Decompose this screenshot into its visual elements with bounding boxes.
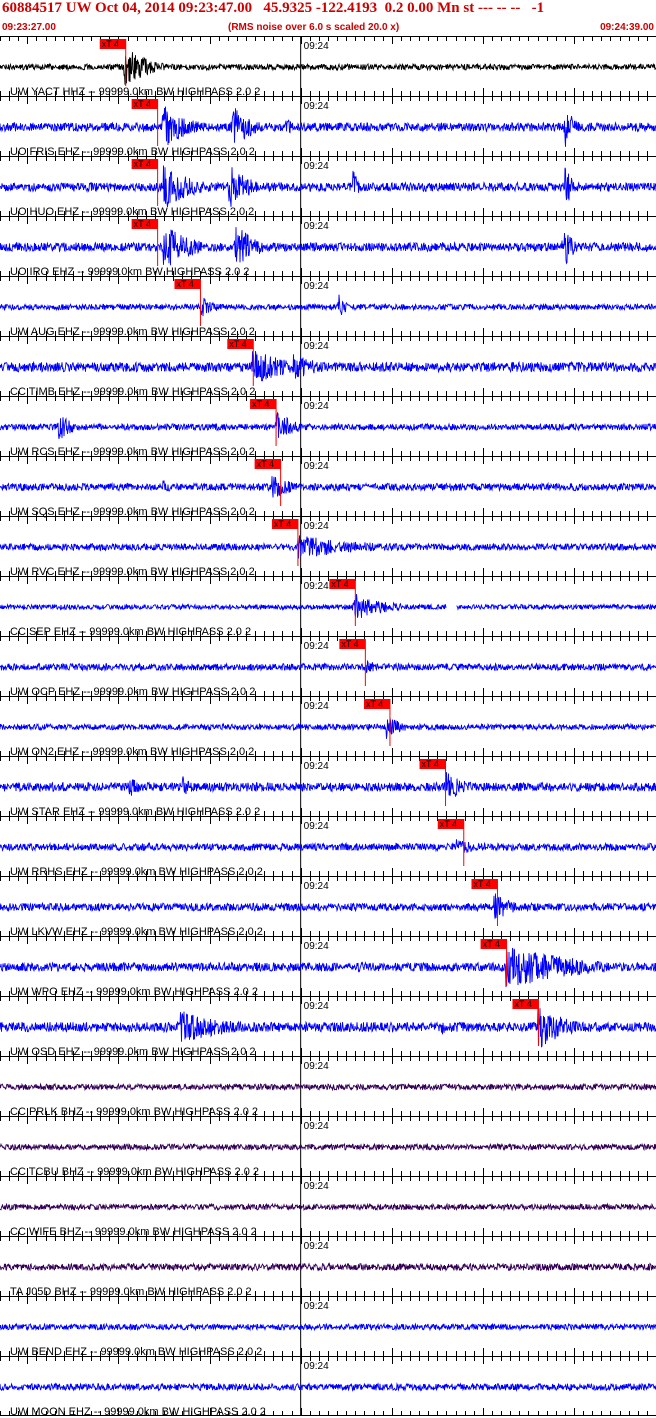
pick-flag-label: xT 4: [366, 699, 383, 709]
trace-panel: 09:24xT 4CC TIMB EHZ -- 99999.0km BW HIG…: [0, 336, 656, 398]
seismic-waveform: [0, 772, 656, 797]
seismic-waveform: [0, 839, 656, 854]
trace-panel: 09:24xT 4UW SQS EHZ -- 99999.0km BW HIGH…: [0, 456, 656, 518]
seismic-waveform: [0, 1261, 656, 1273]
pick-flag-label: xT 4: [229, 339, 246, 349]
minute-mark-label: 09:24: [304, 701, 329, 712]
minute-mark-label: 09:24: [304, 1061, 329, 1072]
pick-flag-label: xT 4: [134, 159, 151, 169]
minute-mark-label: 09:24: [304, 581, 329, 592]
seismogram-header: 60884517 UW Oct 04, 2014 09:23:47.00 45.…: [0, 0, 656, 34]
seismic-waveform: [0, 351, 656, 382]
minute-mark-label: 09:24: [304, 281, 329, 292]
trace-panel: 09:24 xT 4UW ON2 EHZ -- 99999.0km BW HIGH…: [0, 696, 656, 758]
trace-panel: 09:24 xT 4UW WPO EHZ -- 99999.0km BW HIGH…: [0, 936, 656, 998]
minute-mark-label: 09:24: [304, 341, 329, 352]
trace-panel: 09:24CC TCBU BHZ -- 99999.0km BW HIGHPAS…: [0, 1116, 656, 1178]
minute-mark-label: 09:24: [304, 101, 329, 112]
seismic-waveform: [0, 659, 656, 673]
minute-mark-label: 09:24: [304, 1361, 329, 1372]
minute-mark-label: 09:24: [304, 221, 329, 232]
seismic-waveform: [0, 893, 656, 919]
minute-mark-label: 09:24: [304, 1181, 329, 1192]
pick-flag-label: xT 4: [134, 219, 151, 229]
minute-mark-label: 09:24: [304, 401, 329, 412]
minute-mark-label: 09:24: [304, 1241, 329, 1252]
seismic-waveform: [0, 594, 656, 618]
pick-flag-label: xT 4: [252, 399, 269, 409]
pick-flag-label: xT 4: [331, 579, 348, 589]
trace-panel: 09:24UW BEND EHZ -- 99999.0km BW HIGHPAS…: [0, 1296, 656, 1358]
seismic-waveform: [0, 294, 656, 317]
pick-flag-label: xT 4: [440, 819, 457, 829]
trace-panel: 09:24xT 4UW RCS EHZ -- 99999.0km BW HIGH…: [0, 396, 656, 458]
seismic-waveform: [0, 947, 656, 988]
minute-mark-label: 09:24: [304, 1301, 329, 1312]
pick-flag-label: xT 4: [176, 279, 193, 289]
trace-panel: 09:24xT 4UW RVC EHZ -- 99999.0km BW HIGH…: [0, 516, 656, 578]
trace-panel: 09:24 UW MOON EHZ -- 99999.0km BW HIGHPAS…: [0, 1356, 656, 1418]
seismic-waveform: [0, 411, 656, 439]
seismic-waveform: [0, 1382, 656, 1392]
minute-mark-label: 09:24: [304, 761, 329, 772]
trace-panel: 09:24 xT 4CC SEP EHZ -- 99999.0km BW HIGH…: [0, 576, 656, 638]
trace-panel: 09:24CC WIFE BHZ -- 99999.0km BW HIGHPAS…: [0, 1176, 656, 1238]
minute-mark-label: 09:24: [304, 521, 329, 532]
trace-panel: 09:24xT 4UO FRIS EHZ -- 99999.0km BW HIG…: [0, 96, 656, 158]
trace-panel: 09:24xT 4UO HUO EHZ -- 99999.0km BW HIGH…: [0, 156, 656, 218]
seismogram-plot: 09:24xT 4UW YACT HHZ -- 99999.0km BW HIG…: [0, 36, 656, 1418]
event-title: 60884517 UW Oct 04, 2014 09:23:47.00 45.…: [2, 0, 545, 16]
minute-mark-label: 09:24: [304, 1001, 329, 1012]
trace-panel: 09:24 xT 4UW LKVW EHZ -- 99999.0km BW HIG…: [0, 876, 656, 938]
trace-panel: 09:24xT 4UW AUG EHZ -- 99999.0km BW HIGH…: [0, 276, 656, 338]
pick-flag-label: xT 4: [102, 39, 119, 49]
trace-panel: 09:24xT 4UW YACT HHZ -- 99999.0km BW HIG…: [0, 36, 656, 98]
pick-flag-label: xT 4: [134, 99, 151, 109]
seismic-waveform: [0, 1082, 656, 1092]
seismic-waveform: [0, 1202, 656, 1212]
pick-flag-label: xT 4: [274, 519, 291, 529]
pick-flag-label: xT 4: [422, 759, 439, 769]
minute-mark-label: 09:24: [304, 941, 329, 952]
seismic-waveform: [0, 476, 656, 498]
trace-panel: 09:24 xT 4UW OSD EHZ -- 99999.0km BW HIGH…: [0, 996, 656, 1058]
pick-flag-label: xT 4: [341, 639, 358, 649]
minute-mark-label: 09:24: [304, 461, 329, 472]
trace-panel: 09:24xT 4UO IRO EHZ -- 99999.0km BW HIGH…: [0, 216, 656, 278]
minute-mark-label: 09:24: [304, 641, 329, 652]
minute-mark-label: 09:24: [304, 161, 329, 172]
noise-note-label: (RMS noise over 6.0 s scaled 20.0 x): [228, 22, 400, 33]
seismic-waveform: [0, 1142, 656, 1152]
pick-flag-label: xT 4: [514, 999, 531, 1009]
seismic-waveform: [0, 717, 656, 739]
pick-flag-label: xT 4: [483, 939, 500, 949]
minute-mark-label: 09:24: [304, 821, 329, 832]
station-label: UW MOON EHZ -- 99999.0km BW HIGHPASS 2.0…: [10, 1406, 266, 1418]
trace-panel: 09:24TA J05D BHZ -- 99999.0km BW HIGHPAS…: [0, 1236, 656, 1298]
trace-panel: 09:24 xT 4UW OCP EHZ -- 99999.0km BW HIGH…: [0, 636, 656, 698]
trace-panel: 09:24CC PRLK BHZ -- 99999.0km BW HIGHPAS…: [0, 1056, 656, 1118]
seismic-waveform: [0, 535, 656, 559]
seismic-waveform: [0, 106, 656, 147]
seismic-waveform: [0, 1322, 656, 1332]
pick-flag-label: xT 4: [473, 879, 490, 889]
seismic-waveform: [0, 52, 656, 85]
seismic-waveform: [0, 1006, 656, 1048]
minute-mark-label: 09:24: [304, 881, 329, 892]
pick-flag-label: xT 4: [257, 459, 274, 469]
trace-panel: 09:24 xT 4UW STAR EHZ -- 99999.0km BW HIG…: [0, 756, 656, 818]
minute-mark-label: 09:24: [304, 1121, 329, 1132]
seismic-waveform: [0, 227, 656, 266]
minute-mark-label: 09:24: [304, 41, 329, 52]
trace-panel: 09:24 xT 4UW RRHS EHZ -- 99999.0km BW HIG…: [0, 816, 656, 878]
end-time-label: 09:24:39.00: [600, 22, 654, 33]
start-time-label: 09:23:27.00: [2, 22, 56, 33]
